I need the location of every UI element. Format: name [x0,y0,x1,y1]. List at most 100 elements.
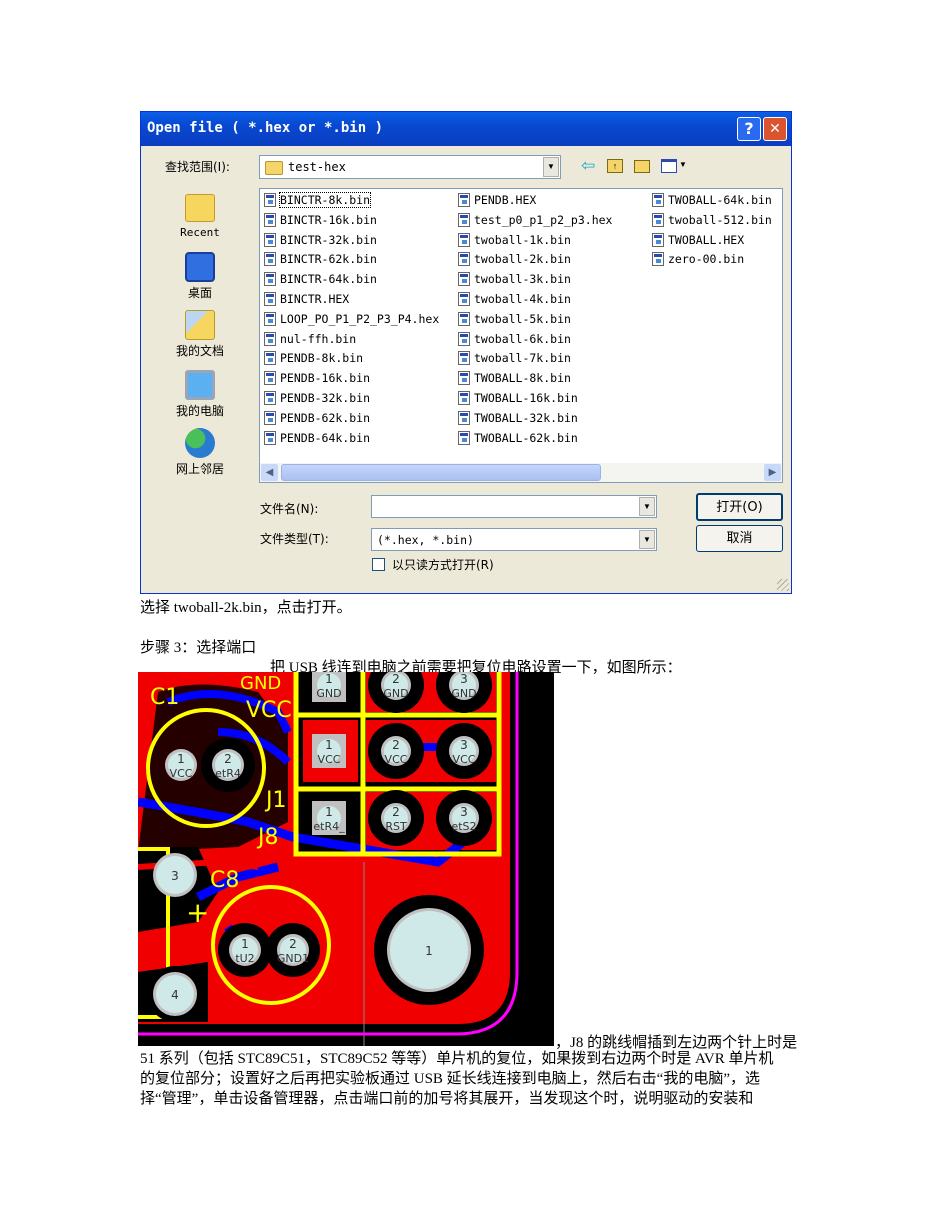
file-list[interactable]: BINCTR-8k.bin BINCTR-16k.bin BINCTR-32k.bi… [259,188,783,483]
place-my-computer[interactable]: 我的电脑 [159,370,241,419]
back-icon[interactable]: ⇦ [581,156,595,176]
recent-folder-icon [185,194,215,222]
file-icon [458,371,470,386]
file-item[interactable]: twoball-2k.bin [458,250,571,268]
file-name: BINCTR-32k.bin [280,232,377,247]
lookin-combo[interactable]: test-hex ▼ [259,155,561,179]
file-icon [652,193,664,207]
resize-grip[interactable] [777,579,789,591]
scroll-right-button[interactable]: ▶ [764,464,781,481]
file-item[interactable]: TWOBALL.HEX [652,231,744,249]
place-label: 网上邻居 [175,462,224,476]
chevron-down-icon[interactable]: ▼ [639,497,655,516]
scrollbar-thumb[interactable] [281,464,601,481]
doc-line-select-file: 选择 twoball-2k.bin，点击打开。 [140,600,352,616]
file-item[interactable]: BINCTR-62k.bin [264,250,377,268]
file-item[interactable]: zero-00.bin [652,250,744,268]
new-folder-icon[interactable] [634,160,650,173]
file-item[interactable]: TWOBALL-8k.bin [458,369,571,387]
pcb-pad: 4 [147,966,203,1022]
file-item[interactable]: LOOP_PO_P1_P2_P3_P4.hex [264,310,439,328]
file-item[interactable]: PENDB-62k.bin [264,409,370,427]
my-computer-icon [185,370,215,400]
scroll-left-button[interactable]: ◀ [261,464,278,481]
file-name: BINCTR-64k.bin [280,272,377,287]
file-item[interactable]: PENDB-64k.bin [264,429,370,447]
file-item[interactable]: PENDB-32k.bin [264,389,370,407]
doc-step3-heading: 步骤 3：选择端口 [140,640,257,656]
file-item[interactable]: BINCTR-32k.bin [264,231,377,249]
file-icon [264,351,276,366]
file-name: PENDB-32k.bin [280,391,371,405]
file-item[interactable]: BINCTR-16k.bin [264,211,377,229]
svg-text:VCC: VCC [170,767,193,780]
up-folder-icon[interactable]: ↑ [607,159,623,173]
file-item[interactable]: twoball-6k.bin [458,330,571,348]
file-name: twoball-512.bin [668,212,772,227]
file-item[interactable]: twoball-7k.bin [458,349,571,367]
view-menu-icon[interactable] [661,159,677,173]
file-item[interactable]: BINCTR-64k.bin [264,270,377,288]
place-my-documents[interactable]: 我的文档 [159,310,241,359]
filename-label: 文件名(N): [260,502,319,516]
file-item[interactable]: twoball-1k.bin [458,231,571,249]
chevron-down-icon[interactable]: ▼ [543,157,559,177]
svg-text:3: 3 [460,805,468,819]
file-item[interactable]: twoball-4k.bin [458,290,571,308]
file-name: twoball-1k.bin [474,232,571,247]
file-item[interactable]: PENDB.HEX [458,191,536,209]
title-bar[interactable]: Open file ( *.hex or *.bin ) ? ✕ [141,112,791,146]
file-icon [652,232,664,247]
filename-input[interactable]: ▼ [371,495,657,518]
close-button[interactable]: ✕ [763,117,787,141]
file-item[interactable]: TWOBALL-16k.bin [458,389,578,407]
place-network[interactable]: 网上邻居 [159,428,241,477]
file-item[interactable]: nul-ffh.bin [264,330,356,348]
cancel-button[interactable]: 取消 [696,525,783,552]
file-name: nul-ffh.bin [280,331,357,346]
doc-para-line: 51 系列（包括 STC89C51，STC89C52 等等）单片机的复位，如果拨… [140,1051,774,1067]
chevron-down-icon[interactable]: ▼ [679,160,687,169]
file-item[interactable]: TWOBALL-32k.bin [458,409,578,427]
file-item[interactable]: twoball-5k.bin [458,310,571,328]
file-name: twoball-2k.bin [474,252,571,267]
svg-text:1: 1 [325,672,333,686]
svg-text:1: 1 [177,752,185,766]
pcb-pad: 2RST [368,790,424,846]
file-item[interactable]: BINCTR.HEX [264,290,349,308]
dialog-title: Open file ( *.hex or *.bin ) [147,120,384,136]
file-item[interactable]: BINCTR-8k.bin [264,191,372,209]
file-name: PENDB-8k.bin [280,351,364,366]
file-icon [458,232,470,247]
file-name: test_p0_p1_p2_p3.hex [474,212,613,227]
help-button[interactable]: ? [737,117,761,141]
pcb-pad: 2VCC [368,723,424,779]
file-icon [458,410,470,425]
file-item[interactable]: twoball-512.bin [652,211,772,229]
file-name: BINCTR.HEX [280,292,350,306]
horizontal-scrollbar[interactable]: ◀ ▶ [260,463,782,482]
file-name: TWOBALL-64k.bin [668,193,772,207]
chevron-down-icon[interactable]: ▼ [639,530,655,549]
svg-text:1: 1 [241,937,249,951]
open-file-dialog: Open file ( *.hex or *.bin ) ? ✕ 查找范围(I)… [140,111,792,594]
file-item[interactable]: twoball-3k.bin [458,270,571,288]
place-desktop[interactable]: 桌面 [159,252,241,301]
place-label: 我的电脑 [175,404,224,418]
place-recent[interactable]: Recent [159,194,241,239]
file-name: BINCTR-8k.bin [278,192,372,208]
file-icon [264,391,276,405]
file-item[interactable]: PENDB-8k.bin [264,349,363,367]
file-item[interactable]: TWOBALL-62k.bin [458,429,578,447]
file-icon [264,311,276,326]
readonly-label[interactable]: 以只读方式打开(R) [392,556,494,573]
file-item[interactable]: TWOBALL-64k.bin [652,191,772,209]
file-icon [458,193,470,207]
file-name: LOOP_PO_P1_P2_P3_P4.hex [280,311,440,326]
file-item[interactable]: test_p0_p1_p2_p3.hex [458,211,612,229]
filetype-select[interactable]: (*.hex, *.bin) ▼ [371,528,657,551]
open-button[interactable]: 打开(O) [696,493,783,521]
file-item[interactable]: PENDB-16k.bin [264,369,370,387]
place-label: 桌面 [187,286,212,300]
readonly-checkbox[interactable] [372,558,385,571]
